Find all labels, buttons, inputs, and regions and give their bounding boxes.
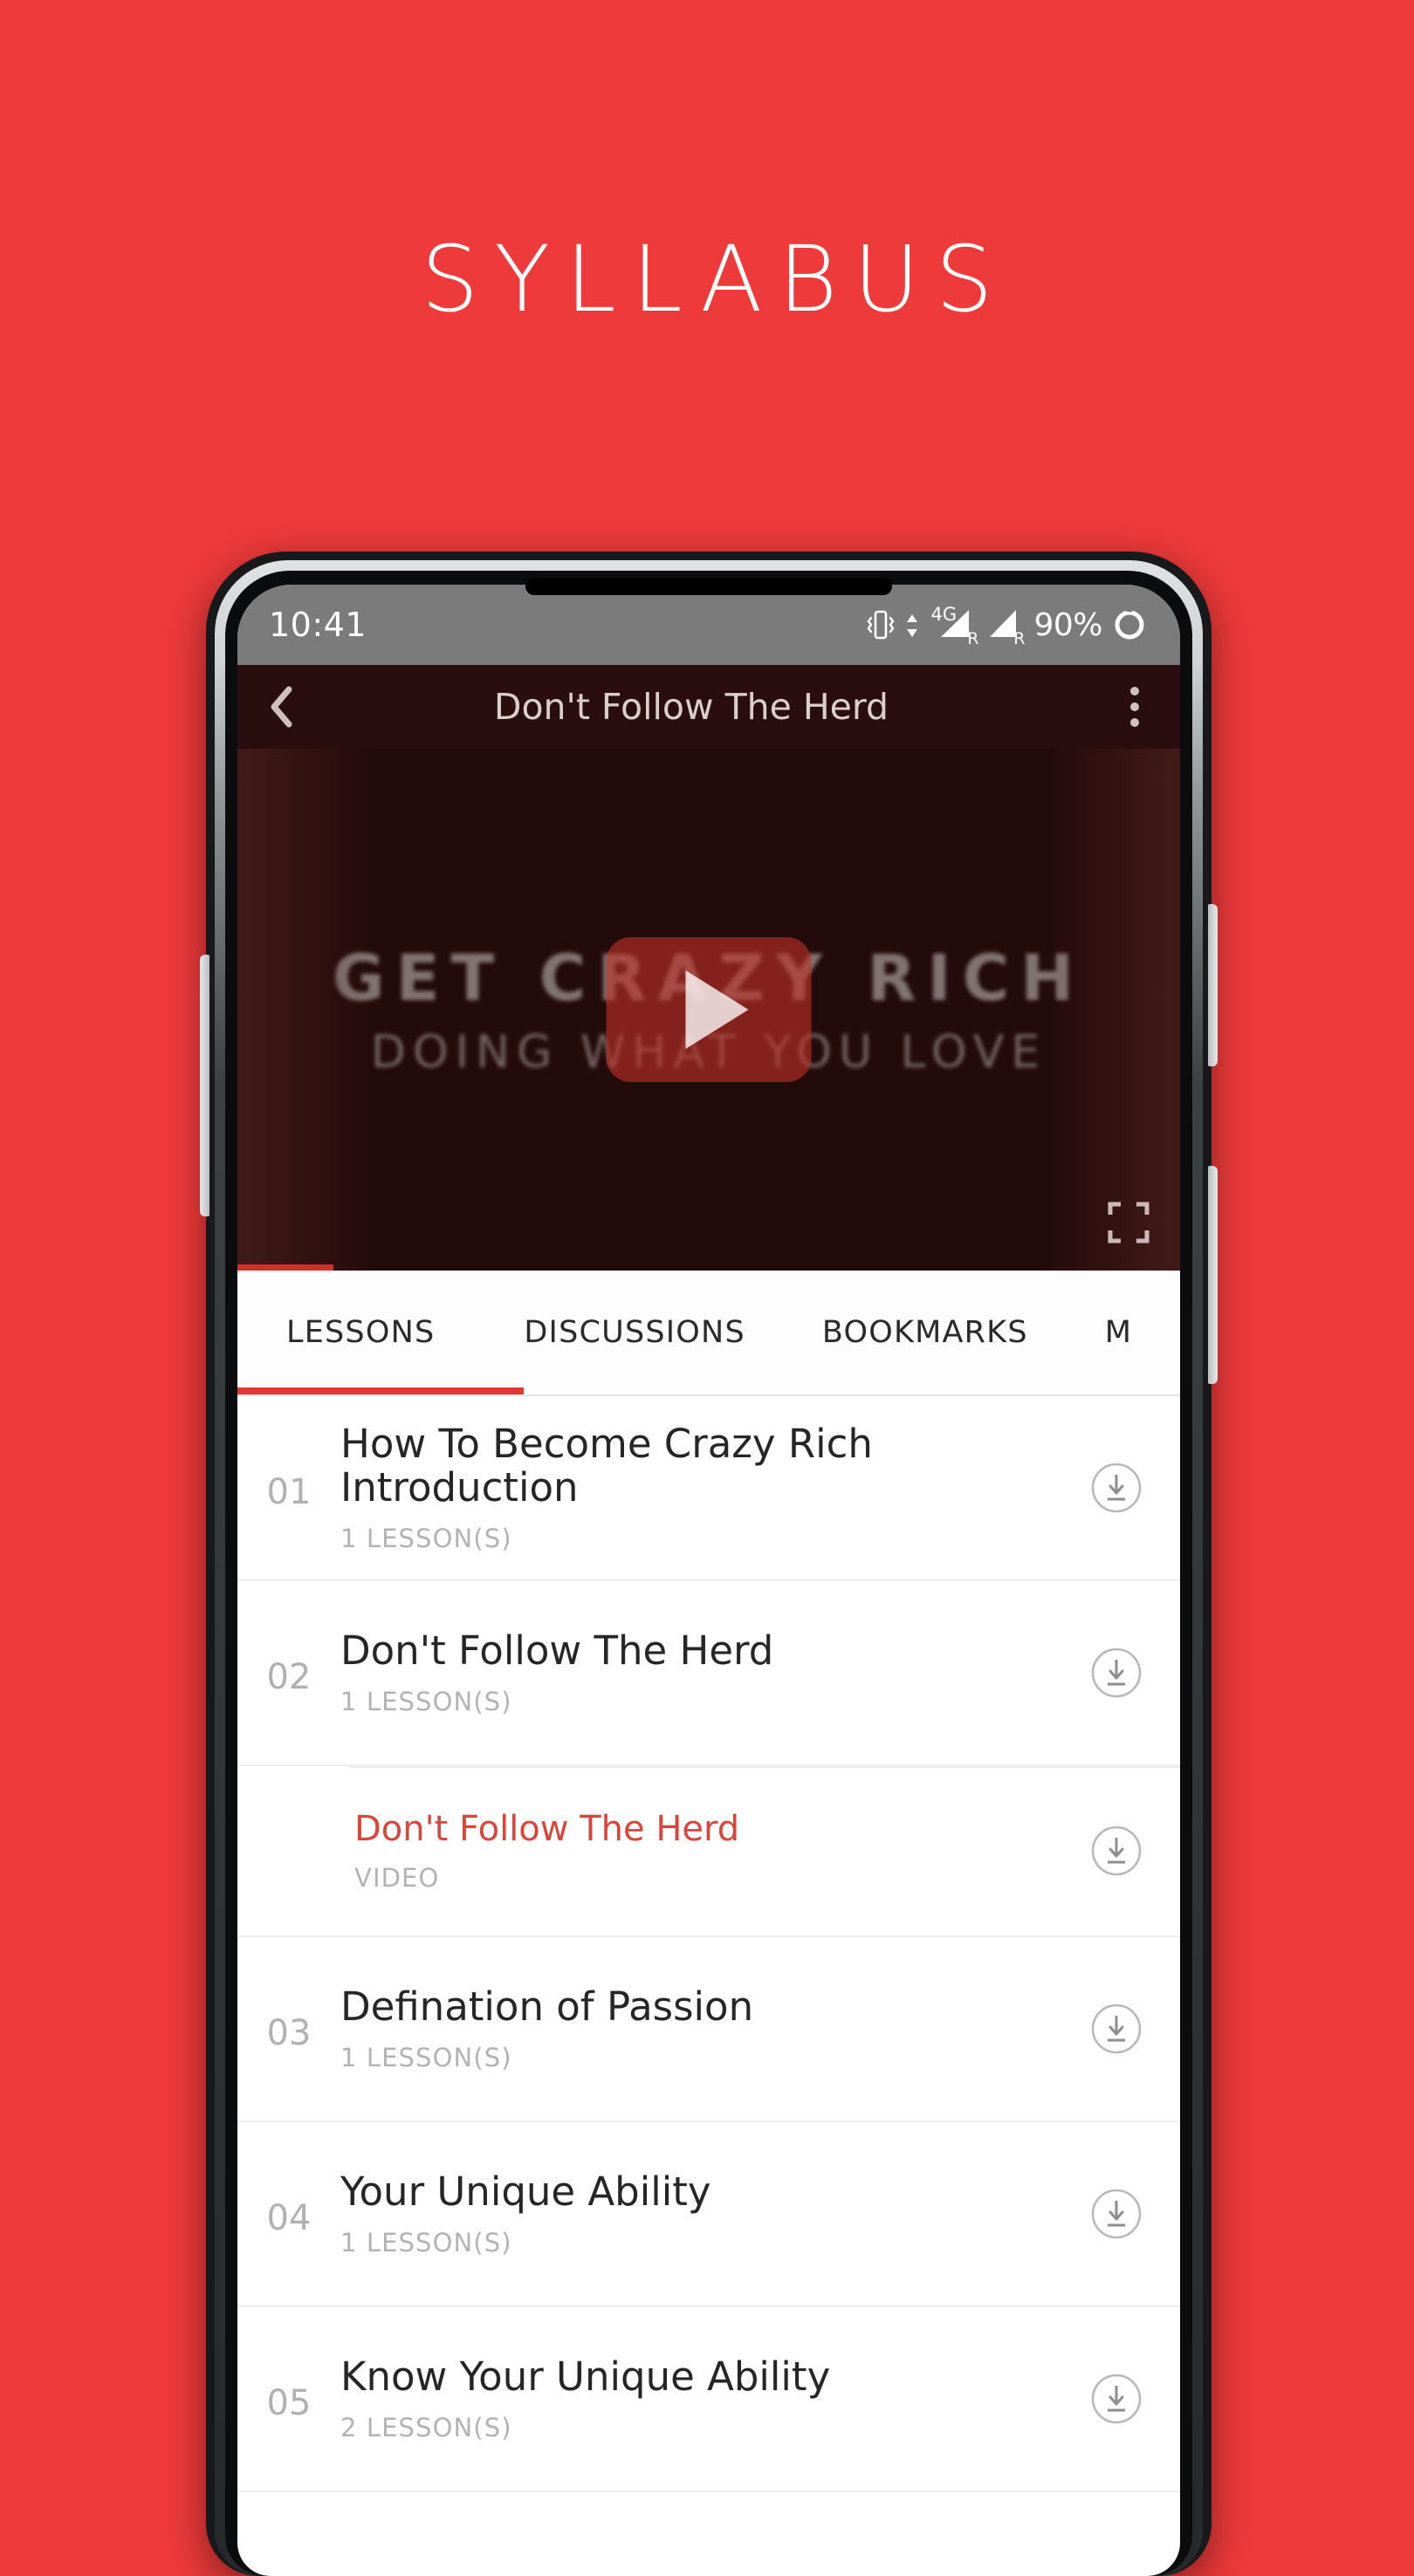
phone-left-button[interactable] — [200, 955, 209, 1216]
lesson-body: How To Become Crazy Rich Introduction 1 … — [340, 1422, 1089, 1553]
lesson-number: 02 — [266, 1657, 312, 1697]
download-icon — [1091, 2374, 1142, 2424]
network-type-label: 4G — [930, 604, 958, 625]
lesson-title: Defination of Passion — [340, 1983, 754, 2030]
lesson-body: Don't Follow The Herd VIDEO — [340, 1810, 1089, 1893]
tab-discussions[interactable]: DISCUSSIONS — [485, 1315, 783, 1350]
lesson-body: Your Unique Ability 1 LESSON(S) — [340, 2170, 1089, 2258]
lesson-title: Don't Follow The Herd — [354, 1808, 740, 1849]
download-button[interactable] — [1089, 2187, 1143, 2241]
download-icon — [1091, 2004, 1142, 2054]
app-bar-title: Don't Follow The Herd — [493, 686, 889, 728]
more-vertical-icon — [1130, 687, 1139, 695]
tab-bar: LESSONS DISCUSSIONS BOOKMARKS M — [237, 1271, 1180, 1396]
lesson-subtitle: 1 LESSON(S) — [340, 1524, 512, 1553]
active-tab-indicator — [237, 1387, 524, 1394]
phone-volume-button[interactable] — [1208, 904, 1218, 1066]
lesson-subtitle: 1 LESSON(S) — [340, 2043, 512, 2073]
lesson-title: Know Your Unique Ability — [340, 2353, 831, 2400]
roaming-label-1: R — [967, 629, 979, 648]
earpiece-speaker — [525, 578, 892, 595]
video-player[interactable]: GET CRAZY RICH DOING WHAT YOU LOVE — [237, 749, 1180, 1271]
lesson-body: Defination of Passion 1 LESSON(S) — [340, 1985, 1089, 2073]
phone-body: 10:41 4G R R 90% Don't Follow The Herd G… — [225, 571, 1192, 2576]
more-vertical-icon-dot3 — [1130, 718, 1139, 727]
table-row[interactable]: 02 Don't Follow The Herd 1 LESSON(S) — [237, 1581, 1180, 1766]
data-transfer-icon — [907, 614, 918, 637]
overflow-menu-button[interactable] — [1089, 687, 1180, 727]
phone-mockup: 10:41 4G R R 90% Don't Follow The Herd G… — [200, 552, 1218, 2576]
download-button[interactable] — [1089, 1646, 1143, 1700]
download-button[interactable] — [1089, 2372, 1143, 2426]
tab-more[interactable]: M — [1067, 1315, 1170, 1350]
lesson-title: How To Become Crazy Rich Introduction — [340, 1421, 873, 1511]
lesson-list: 01 How To Become Crazy Rich Introduction… — [237, 1396, 1180, 2492]
lesson-title: Don't Follow The Herd — [340, 1627, 774, 1674]
more-vertical-icon-dot2 — [1130, 702, 1139, 711]
play-icon — [685, 970, 748, 1049]
table-row[interactable]: 03 Defination of Passion 1 LESSON(S) — [237, 1937, 1180, 2122]
lesson-number: 04 — [266, 2198, 312, 2238]
table-row[interactable]: 05 Know Your Unique Ability 2 LESSON(S) — [237, 2307, 1180, 2492]
list-item[interactable]: Don't Follow The Herd VIDEO — [237, 1766, 1180, 1937]
lesson-subtitle: 1 LESSON(S) — [340, 1687, 512, 1717]
tab-lessons[interactable]: LESSONS — [237, 1315, 485, 1350]
tab-bookmarks[interactable]: BOOKMARKS — [784, 1315, 1067, 1350]
play-button[interactable] — [606, 937, 812, 1082]
lesson-subtitle: 2 LESSON(S) — [340, 2413, 512, 2443]
battery-percent-label: 90% — [1033, 606, 1102, 643]
lesson-subtitle: 1 LESSON(S) — [340, 2228, 512, 2258]
table-row[interactable]: 01 How To Become Crazy Rich Introduction… — [237, 1396, 1180, 1581]
roaming-label-2: R — [1013, 629, 1026, 648]
lesson-title: Your Unique Ability — [340, 2168, 711, 2215]
app-bar: Don't Follow The Herd — [237, 665, 1180, 749]
lesson-number: 05 — [266, 2383, 312, 2423]
status-bar: 10:41 4G R R 90% — [237, 585, 1180, 665]
phone-screen: 10:41 4G R R 90% Don't Follow The Herd G… — [237, 585, 1180, 2576]
page-title: SYLLABUS — [421, 226, 1009, 332]
phone-power-button[interactable] — [1208, 1166, 1218, 1384]
status-icons: 4G R R 90% — [866, 604, 1147, 648]
fullscreen-button[interactable] — [1107, 1201, 1150, 1244]
lesson-body: Don't Follow The Herd 1 LESSON(S) — [340, 1629, 1089, 1717]
table-row[interactable]: 04 Your Unique Ability 1 LESSON(S) — [237, 2122, 1180, 2307]
video-progress-bar[interactable] — [237, 1264, 333, 1271]
status-time: 10:41 — [269, 606, 367, 644]
download-button[interactable] — [1089, 2002, 1143, 2056]
download-icon — [1091, 1826, 1142, 1876]
vibrate-icon — [867, 610, 895, 640]
download-icon — [1091, 1648, 1142, 1698]
download-icon — [1091, 1463, 1142, 1513]
lesson-body: Know Your Unique Ability 2 LESSON(S) — [340, 2355, 1089, 2443]
download-icon — [1091, 2189, 1142, 2239]
battery-icon — [1115, 608, 1144, 640]
lesson-subtitle: VIDEO — [354, 1862, 440, 1893]
fullscreen-icon — [1108, 1202, 1150, 1243]
lesson-number: 03 — [266, 2013, 312, 2053]
lesson-number: 01 — [266, 1472, 312, 1512]
download-button[interactable] — [1089, 1824, 1143, 1878]
download-button[interactable] — [1089, 1461, 1143, 1515]
